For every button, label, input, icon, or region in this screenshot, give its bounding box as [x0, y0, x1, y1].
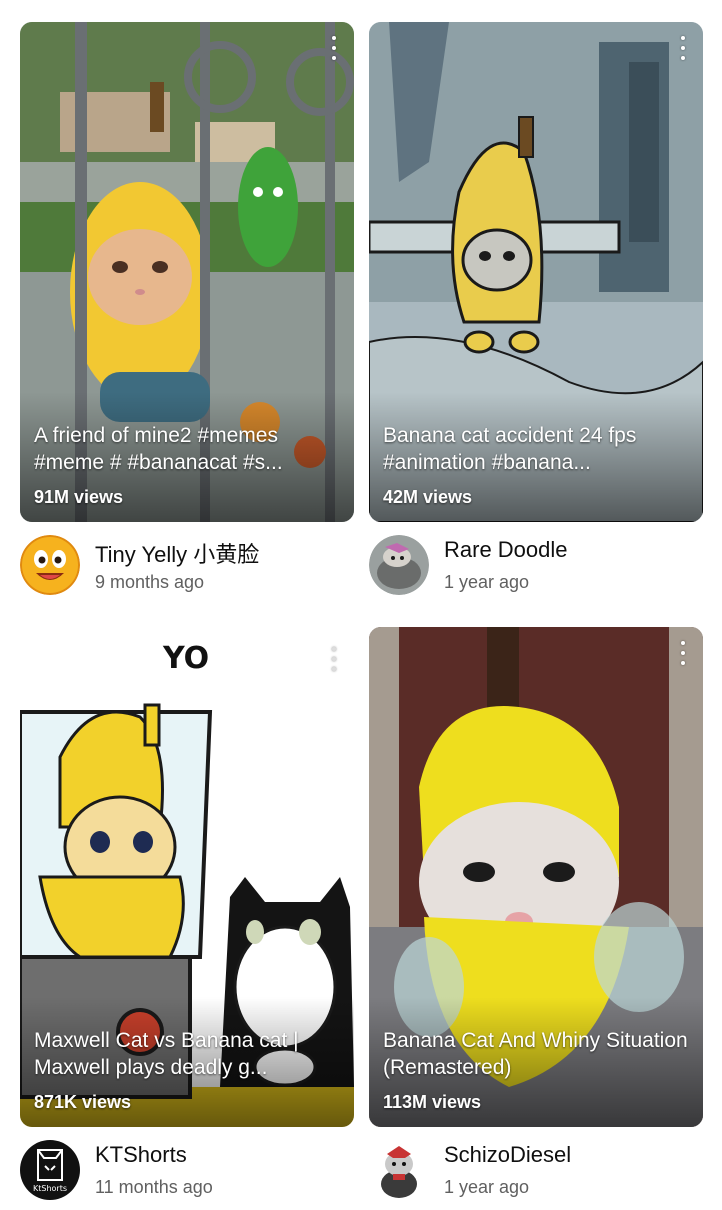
view-count: 871K views — [34, 1092, 132, 1112]
upload-age: 11 months ago — [95, 1177, 213, 1197]
upload-age: 1 year ago — [444, 1177, 530, 1197]
more-options-icon[interactable] — [324, 34, 344, 62]
more-options-icon[interactable] — [324, 645, 344, 673]
channel-name[interactable]: Rare Doodle — [444, 537, 568, 563]
video-title[interactable]: Banana Cat And Whiny Situation (Remaster… — [383, 1027, 691, 1081]
channel-avatar[interactable] — [369, 1140, 429, 1200]
channel-name[interactable]: Tiny Yelly 小黄脸 — [95, 537, 259, 569]
doodle-cat-avatar-icon — [369, 535, 429, 595]
smiley-face-icon — [20, 535, 80, 595]
more-options-icon[interactable] — [673, 34, 693, 62]
video-title[interactable]: Banana cat accident 24 fps #animation #b… — [383, 422, 691, 476]
video-thumbnail[interactable]: YO Maxwell Cat vs Banana cat | Maxwell p… — [20, 627, 354, 1127]
video-meta: Rare Doodle 1 year ago — [369, 535, 703, 605]
overlay-text: YO — [163, 641, 210, 676]
video-thumbnail[interactable]: Banana Cat And Whiny Situation (Remaster… — [369, 627, 703, 1127]
channel-name[interactable]: SchizoDiesel — [444, 1142, 571, 1168]
upload-age: 9 months ago — [95, 572, 205, 592]
channel-avatar[interactable] — [20, 535, 80, 595]
video-meta: Tiny Yelly 小黄脸 9 months ago — [20, 535, 354, 605]
view-count: 91M views — [34, 487, 124, 507]
more-options-icon[interactable] — [673, 639, 693, 667]
video-thumbnail[interactable]: Banana cat accident 24 fps #animation #b… — [369, 22, 703, 522]
channel-name[interactable]: KTShorts — [95, 1142, 187, 1168]
video-title[interactable]: Maxwell Cat vs Banana cat | Maxwell play… — [34, 1027, 342, 1081]
character-avatar-icon — [381, 1146, 417, 1198]
view-count: 113M views — [383, 1092, 482, 1112]
video-thumbnail[interactable]: A friend of mine2 #memes #meme # #banana… — [20, 22, 354, 522]
video-title[interactable]: A friend of mine2 #memes #meme # #banana… — [34, 422, 342, 476]
upload-age: 1 year ago — [444, 572, 530, 592]
view-count: 42M views — [383, 487, 473, 507]
avatar-label: KtShorts — [32, 1184, 68, 1193]
channel-avatar[interactable]: KtShorts — [20, 1140, 80, 1200]
channel-avatar[interactable] — [369, 535, 429, 595]
